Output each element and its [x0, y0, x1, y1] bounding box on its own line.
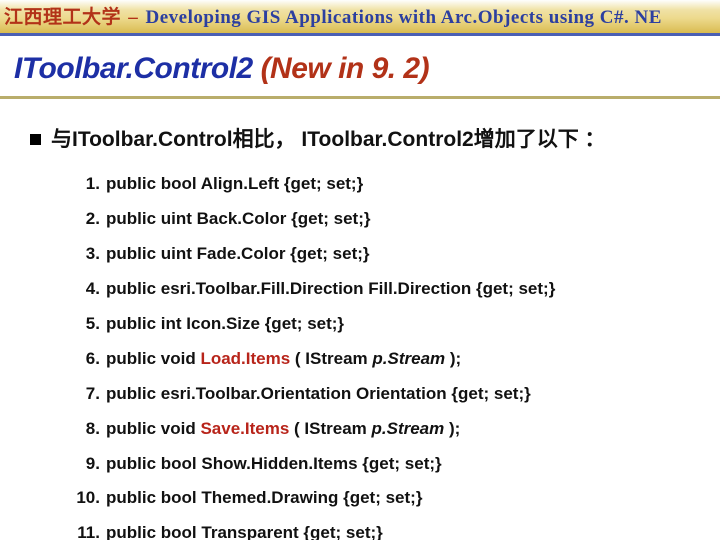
top-banner: 江西理工大学 – Developing GIS Applications wit…: [0, 0, 720, 36]
lead-bullet: 与IToolbar.Control相比， IToolbar.Control2增加…: [30, 123, 698, 153]
banner-dash: –: [128, 7, 138, 28]
list-item: public int Icon.Size {get; set;}: [76, 307, 698, 342]
slide-body: 与IToolbar.Control相比， IToolbar.Control2增加…: [0, 99, 720, 540]
list-item: public uint Back.Color {get; set;}: [76, 202, 698, 237]
slide-title: IToolbar.Control2 (New in 9. 2): [14, 52, 720, 86]
list-item: public bool Show.Hidden.Items {get; set;…: [76, 447, 698, 482]
list-item: public void Load.Items ( IStream p.Strea…: [76, 342, 698, 377]
list-item: public bool Align.Left {get; set;}: [76, 167, 698, 202]
list-item: public esri.Toolbar.Fill.Direction Fill.…: [76, 272, 698, 307]
title-paren: (New in 9. 2): [261, 52, 430, 85]
list-item: public bool Transparent {get; set;}: [76, 516, 698, 540]
title-main: IToolbar.Control2: [14, 52, 261, 85]
api-list: public bool Align.Left {get; set;} publi…: [76, 167, 698, 540]
course-title: Developing GIS Applications with Arc.Obj…: [146, 7, 662, 28]
university-name: 江西理工大学: [4, 7, 121, 28]
list-item: public uint Fade.Color {get; set;}: [76, 237, 698, 272]
list-item: public esri.Toolbar.Orientation Orientat…: [76, 377, 698, 412]
list-item: public void Save.Items ( IStream p.Strea…: [76, 412, 698, 447]
slide-title-bar: IToolbar.Control2 (New in 9. 2): [0, 44, 720, 99]
list-item: public bool Themed.Drawing {get; set;}: [76, 481, 698, 516]
